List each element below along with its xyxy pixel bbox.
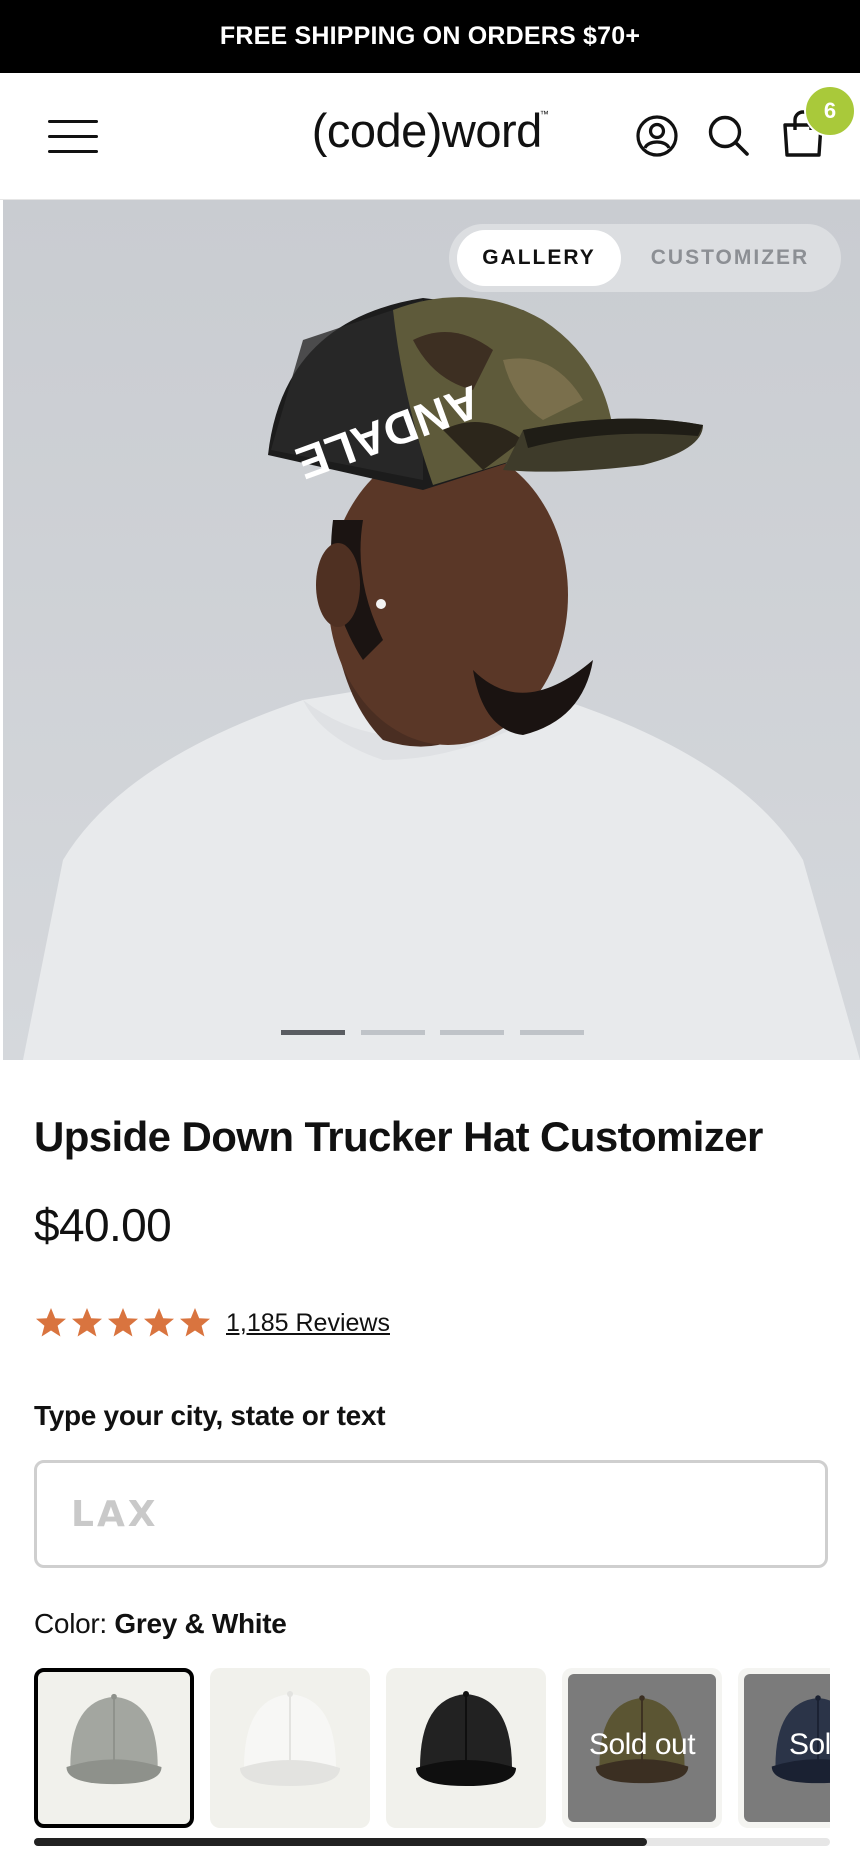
star-icon	[36, 1308, 66, 1337]
announcement-bar: FREE SHIPPING ON ORDERS $70+	[0, 0, 860, 73]
sold-out-label: Sold	[788, 1728, 830, 1761]
color-swatch[interactable]: Sold	[738, 1668, 830, 1828]
model-wearing-hat-photo: ANDALE	[3, 200, 860, 1060]
slide-indicator	[3, 1030, 860, 1036]
color-swatch[interactable]: Sold out	[562, 1668, 722, 1828]
selected-color-name: Grey & White	[114, 1608, 287, 1639]
account-icon[interactable]	[634, 113, 680, 159]
product-title: Upside Down Trucker Hat Customizer	[34, 1113, 763, 1160]
swatch-scrollbar[interactable]	[34, 1838, 830, 1846]
swatch-scrollbar-thumb[interactable]	[34, 1838, 647, 1846]
trademark-mark: ™	[539, 109, 549, 119]
color-swatch-list: Sold out Sold	[34, 1668, 830, 1832]
grey-cap-icon	[66, 1693, 162, 1785]
white-cap-icon	[240, 1691, 340, 1786]
custom-text-input[interactable]	[34, 1460, 828, 1568]
cart-count-badge[interactable]: 6	[804, 85, 856, 137]
slide-dot-4[interactable]	[520, 1030, 584, 1035]
product-price: $40.00	[34, 1199, 172, 1251]
star-icon	[108, 1308, 138, 1337]
star-icon	[72, 1308, 102, 1337]
reviews-link[interactable]: 1,185 Reviews	[226, 1309, 390, 1338]
color-label-prefix: Color:	[34, 1608, 107, 1639]
slide-dot-3[interactable]	[440, 1030, 504, 1035]
star-rating	[34, 1306, 212, 1340]
search-icon[interactable]	[706, 113, 752, 159]
announcement-text: FREE SHIPPING ON ORDERS $70+	[219, 22, 641, 50]
color-swatch[interactable]	[386, 1668, 546, 1828]
custom-text-label: Type your city, state or text	[34, 1400, 386, 1431]
color-swatch[interactable]	[210, 1668, 370, 1828]
cart-count: 6	[823, 98, 837, 123]
product-rating: 1,185 Reviews	[34, 1302, 390, 1344]
sold-out-label: Sold out	[588, 1728, 696, 1761]
black-cap-icon	[416, 1691, 516, 1786]
slide-dot-2[interactable]	[361, 1030, 425, 1035]
swatch-background	[386, 1668, 546, 1828]
tab-customizer[interactable]: CUSTOMIZER	[625, 230, 835, 286]
swatch-background	[210, 1668, 370, 1828]
color-swatch[interactable]	[34, 1668, 194, 1828]
swatch-background	[38, 1672, 190, 1824]
slide-dot-1[interactable]	[281, 1030, 345, 1035]
logo-text: (code)word	[311, 104, 543, 157]
color-label: Color: Grey & White	[34, 1608, 287, 1640]
gallery-customizer-toggle: GALLERY CUSTOMIZER	[449, 224, 841, 292]
product-image-gallery[interactable]: ANDALE GALLERY CUSTOMIZER	[3, 200, 860, 1060]
star-icon	[144, 1308, 174, 1337]
tab-gallery[interactable]: GALLERY	[457, 230, 621, 286]
site-header: (code)word™	[0, 73, 860, 200]
star-icon	[180, 1308, 210, 1337]
